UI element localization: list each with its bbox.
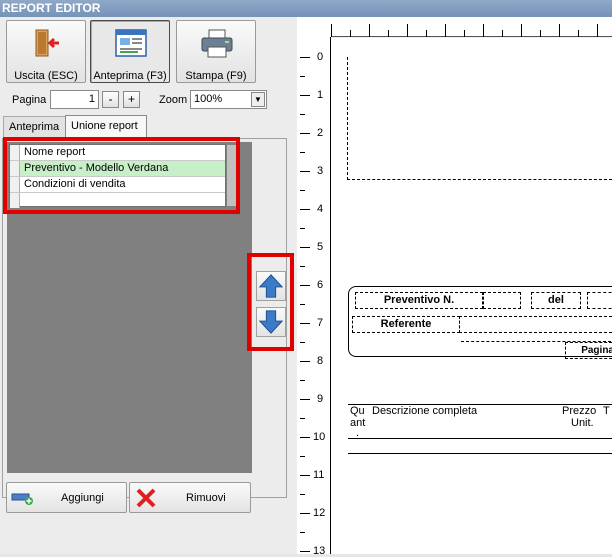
ruler-number: 8 [317,355,324,367]
window-title: REPORT EDITOR [0,0,612,17]
print-label: Stampa (F9) [185,70,247,82]
exit-door-icon [35,29,59,57]
add-label: Aggiungi [61,492,104,504]
tab-anteprima[interactable]: Anteprima [3,116,66,138]
move-up-button[interactable] [256,271,286,301]
chevron-down-icon[interactable]: ▼ [251,92,265,107]
ruler-tick [300,361,310,362]
ruler-tick [483,24,484,37]
ruler-tick [300,437,310,438]
vertical-ruler: 0 1 2 3 4 5 6 7 8 9 10 11 12 13 [297,37,331,557]
col-descrizione: Descrizione completa [372,405,478,417]
ruler-corner [297,17,331,37]
ruler-tick [300,171,310,172]
add-button[interactable]: Aggiungi [6,482,127,513]
ruler-tick [300,323,310,324]
ruler-number: 2 [317,127,324,139]
ruler-tick [300,475,310,476]
tab-unione-report[interactable]: Unione report [65,115,147,138]
ruler-tick [300,551,310,552]
ruler-tick [369,24,370,37]
ruler-tick [559,24,560,37]
page-plus-button[interactable]: + [123,91,140,108]
ruler-number: 6 [317,279,324,291]
col-dot: . [356,427,360,439]
ruler-number: 9 [317,393,324,405]
ruler-number: 1 [317,89,324,101]
ruler-number: 13 [313,545,326,557]
field-preventivo: Preventivo N. [355,292,483,309]
zoom-label: Zoom [159,94,188,106]
col-prezzo: Prezzo [562,405,597,417]
page-minus-button[interactable]: - [102,91,119,108]
ruler-tick [300,95,310,96]
ruler-number: 11 [313,469,325,481]
horizontal-ruler: 01234567 [328,17,612,50]
ruler-number: 4 [317,203,324,215]
ruler-tick [597,24,598,37]
ruler-tick [445,24,446,37]
left-panel: Uscita (ESC) Anteprima (F3) Stampa (F9) … [0,17,297,554]
printer-icon [201,29,233,58]
ruler-number: 12 [313,507,326,519]
col-unit: Unit. [571,417,594,429]
col-t: T [603,405,610,417]
ruler-number: 0 [317,51,324,63]
field-referente: Referente [352,316,460,333]
report-page: Preventivo N. del Referente Pagina Qu an… [331,38,612,554]
remove-button[interactable]: Rimuovi [129,482,251,513]
ruler-tick [300,513,310,514]
zoom-select[interactable]: 100% ▼ [190,90,267,109]
remove-x-icon [136,488,156,508]
arrow-up-icon [258,274,284,298]
ruler-number: 7 [317,317,324,329]
report-preview-pane[interactable]: 01234567 012345678910111213 Preventivo N… [297,17,612,557]
ruler-number: 5 [317,241,324,253]
field-pagina: Pagina [565,342,612,359]
print-button[interactable]: Stampa (F9) [176,20,256,83]
ruler-tick [300,209,310,210]
add-icon [11,493,33,505]
preview-label: Anteprima (F3) [93,70,167,82]
arrow-down-icon [258,310,284,334]
ruler-number: 3 [317,165,324,177]
preview-window-icon [115,29,147,57]
ruler-tick [300,133,310,134]
zoom-value: 100% [194,93,223,105]
ruler-tick [407,24,408,37]
page-input[interactable]: 1 [50,90,99,109]
ruler-tick [331,24,332,37]
exit-button[interactable]: Uscita (ESC) [6,20,86,83]
ruler-tick [300,285,310,286]
ruler-tick [300,57,310,58]
move-down-button[interactable] [256,307,286,337]
page-label: Pagina [12,94,47,106]
highlight-box-list [3,137,240,214]
preview-button[interactable]: Anteprima (F3) [90,20,170,83]
exit-label: Uscita (ESC) [14,70,78,82]
remove-label: Rimuovi [186,492,226,504]
ruler-number: 10 [313,431,326,443]
col-qu: Qu [350,405,365,417]
ruler-tick [300,247,310,248]
ruler-tick [300,399,310,400]
ruler-tick [521,24,522,37]
field-del: del [531,292,581,309]
